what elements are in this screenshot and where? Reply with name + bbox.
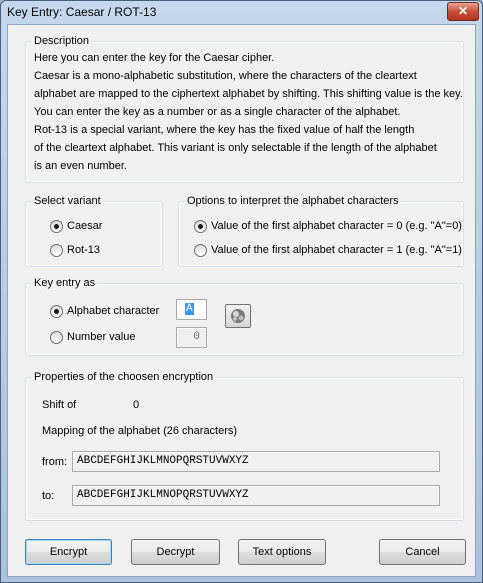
description-line: alphabet are mapped to the ciphertext al… — [34, 88, 463, 100]
description-line: Here you can enter the key for the Caesa… — [34, 52, 275, 64]
from-label: from: — [42, 456, 68, 468]
alphabet-character-radio[interactable] — [50, 305, 63, 318]
caesar-radio[interactable] — [50, 220, 63, 233]
description-line: of the cleartext alphabet. This variant … — [34, 142, 437, 154]
shift-label: Shift of — [42, 399, 77, 411]
key-entry-legend: Key entry as — [34, 277, 96, 289]
cancel-button[interactable]: Cancel — [379, 539, 466, 565]
mapping-label: Mapping of the alphabet (26 characters) — [42, 425, 238, 437]
from-alphabet-field: ABCDEFGHIJKLMNOPQRSTUVWXYZ — [72, 451, 440, 472]
window-title: Key Entry: Caesar / ROT-13 — [7, 5, 157, 19]
rot13-radio-label[interactable]: Rot-13 — [67, 244, 100, 257]
description-line: is an even number. — [34, 160, 127, 172]
number-value-label[interactable]: Number value — [67, 331, 135, 344]
title-bar[interactable]: Key Entry: Caesar / ROT-13 ✕ — [0, 0, 481, 24]
key-tool-button[interactable] — [225, 304, 251, 328]
to-alphabet-field: ABCDEFGHIJKLMNOPQRSTUVWXYZ — [72, 485, 440, 506]
description-line: Rot-13 is a special variant, where the k… — [34, 124, 415, 136]
close-button[interactable]: ✕ — [447, 2, 479, 21]
properties-legend: Properties of the choosen encryption — [34, 371, 214, 383]
key-tool-icon — [231, 309, 245, 323]
options-legend: Options to interpret the alphabet charac… — [187, 195, 399, 207]
dialog-client-area: Description Here you can enter the key f… — [7, 24, 476, 577]
first-char-one-radio[interactable] — [194, 244, 207, 257]
number-value-radio[interactable] — [50, 331, 63, 344]
first-char-one-label[interactable]: Value of the first alphabet character = … — [211, 244, 462, 257]
alphabet-character-value: A — [185, 303, 194, 315]
encrypt-button[interactable]: Encrypt — [25, 539, 112, 565]
text-options-button[interactable]: Text options — [238, 539, 326, 565]
to-label: to: — [42, 490, 55, 502]
first-char-zero-radio[interactable] — [194, 220, 207, 233]
alphabet-character-label[interactable]: Alphabet character — [67, 305, 159, 318]
decrypt-button[interactable]: Decrypt — [131, 539, 220, 565]
rot13-radio[interactable] — [50, 244, 63, 257]
description-line: Caesar is a mono-alphabetic substitution… — [34, 70, 417, 82]
first-char-zero-label[interactable]: Value of the first alphabet character = … — [211, 220, 462, 233]
shift-value: 0 — [133, 399, 140, 411]
description-line: You can enter the key as a number or as … — [34, 106, 401, 118]
caesar-radio-label[interactable]: Caesar — [67, 220, 102, 233]
number-value-input[interactable]: 0 — [176, 327, 207, 348]
variant-legend: Select variant — [34, 195, 101, 207]
alphabet-character-input[interactable]: A — [176, 299, 207, 320]
description-legend: Description — [34, 35, 90, 47]
